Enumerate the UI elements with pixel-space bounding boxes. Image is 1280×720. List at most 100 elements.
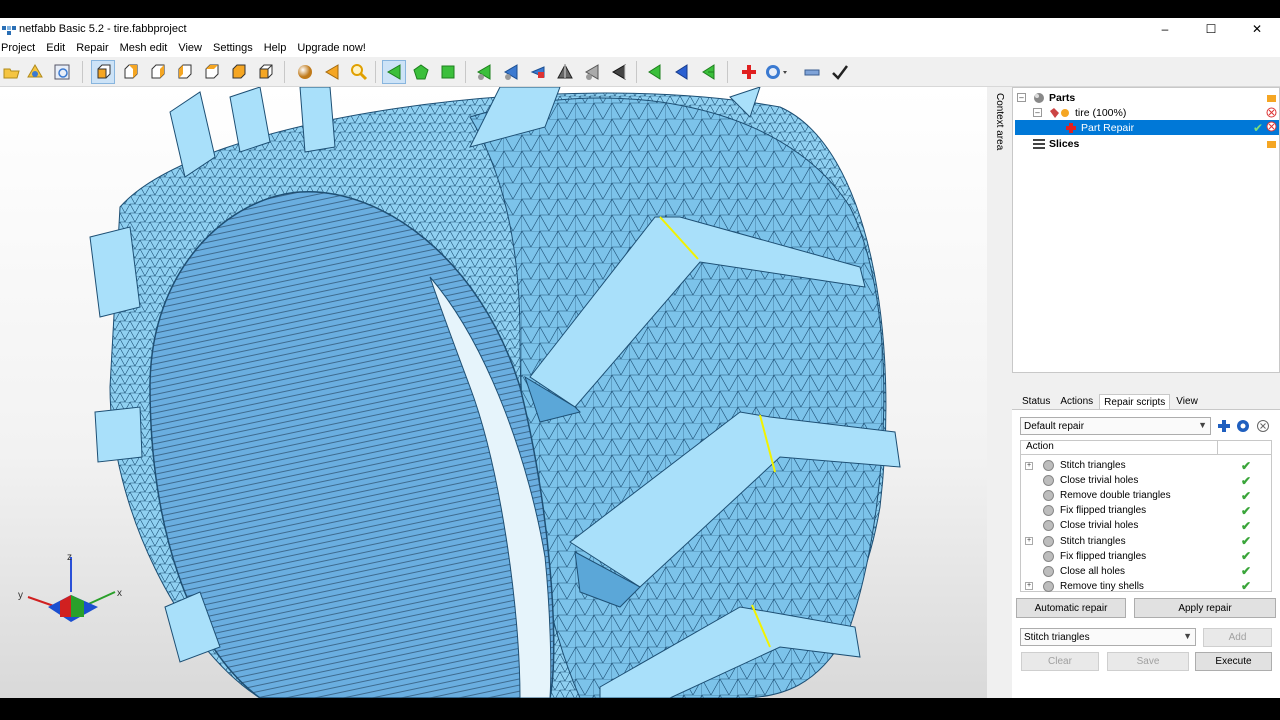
invert-icon[interactable] — [580, 60, 604, 84]
action-gear-icon — [1043, 520, 1054, 532]
expand-toggle[interactable]: + — [1025, 582, 1033, 591]
view-top-icon[interactable] — [199, 60, 223, 84]
view-bottom-icon[interactable] — [226, 60, 250, 84]
menu-edit[interactable]: Edit — [45, 42, 70, 54]
parts-collapse-toggle[interactable]: – — [1017, 93, 1026, 102]
tree-item-tire[interactable]: tire (100%) — [1049, 105, 1279, 120]
select-triangle-icon[interactable] — [382, 60, 406, 84]
zoom-icon[interactable] — [347, 60, 371, 84]
tree-item-parts[interactable]: Parts — [1033, 90, 1279, 105]
toolbar-separator — [636, 61, 637, 83]
menu-help[interactable]: Help — [263, 42, 292, 54]
part-collapse-toggle[interactable]: – — [1033, 108, 1042, 117]
maximize-button[interactable]: ☐ — [1188, 18, 1234, 39]
action-enabled-check-icon[interactable]: ✔ — [1241, 549, 1251, 563]
menu-settings[interactable]: Settings — [212, 42, 258, 54]
menu-repair[interactable]: Repair — [75, 42, 113, 54]
action-enabled-check-icon[interactable]: ✔ — [1241, 504, 1251, 518]
new-part-icon[interactable] — [23, 60, 47, 84]
tab-repair-scripts[interactable]: Repair scripts — [1099, 394, 1171, 410]
save-button[interactable]: Save — [1107, 652, 1189, 671]
tree-item-slices[interactable]: Slices — [1033, 136, 1279, 151]
tire-mesh-render[interactable]: z y x — [0, 87, 987, 698]
action-label: Close trivial holes — [1060, 520, 1139, 532]
shading-icon[interactable] — [293, 60, 317, 84]
action-enabled-check-icon[interactable]: ✔ — [1241, 519, 1251, 533]
axis-y-label: y — [18, 590, 23, 601]
view-iso-icon[interactable] — [253, 60, 277, 84]
action-row[interactable]: Close trivial holes ✔ — [1021, 473, 1271, 488]
minimize-button[interactable]: – — [1142, 18, 1188, 39]
view-front-icon[interactable] — [91, 60, 115, 84]
action-enabled-check-icon[interactable]: ✔ — [1241, 474, 1251, 488]
part-error-icon — [1265, 107, 1277, 119]
action-row[interactable]: Remove double triangles ✔ — [1021, 488, 1271, 503]
info-icon[interactable] — [50, 60, 74, 84]
action-gear-icon — [1043, 460, 1054, 471]
move-green-icon[interactable] — [642, 60, 666, 84]
project-tree: – Parts – tire (100%) Part Repair ✔ Slic… — [1012, 87, 1280, 373]
action-row[interactable]: Close all holes ✔ — [1021, 564, 1271, 579]
tree-item-part-repair[interactable]: Part Repair ✔ — [1015, 120, 1279, 135]
view-left-icon[interactable] — [145, 60, 169, 84]
add-action-button[interactable]: Add — [1203, 628, 1272, 647]
tab-status[interactable]: Status — [1018, 394, 1054, 410]
chevron-down-icon: ▼ — [1198, 420, 1207, 430]
add-script-button[interactable] — [1216, 418, 1232, 434]
minus-icon[interactable] — [800, 60, 824, 84]
action-row[interactable]: + Stitch triangles ✔ — [1021, 458, 1271, 473]
delete-script-button[interactable] — [1255, 418, 1271, 434]
add-triangle-icon[interactable] — [472, 60, 496, 84]
script-select[interactable]: Default repair ▼ — [1020, 417, 1211, 435]
clear-button[interactable]: Clear — [1021, 652, 1099, 671]
view-right-icon[interactable] — [172, 60, 196, 84]
menu-project[interactable]: Project — [0, 42, 40, 54]
action-enabled-check-icon[interactable]: ✔ — [1241, 489, 1251, 503]
delete-icon — [1257, 420, 1269, 432]
tab-actions[interactable]: Actions — [1056, 394, 1097, 410]
select-surface-icon[interactable] — [409, 60, 433, 84]
expand-toggle[interactable]: + — [1025, 537, 1033, 545]
action-row[interactable]: Close trivial holes ✔ — [1021, 518, 1271, 533]
open-icon[interactable] — [0, 60, 24, 84]
tree-slices-label: Slices — [1049, 137, 1080, 150]
repair-close-icon[interactable] — [1266, 121, 1277, 135]
menu-mesh-edit[interactable]: Mesh edit — [119, 42, 173, 54]
move-blue-icon[interactable] — [669, 60, 693, 84]
plus-icon — [1218, 420, 1230, 432]
3d-viewport[interactable]: z y x — [0, 87, 987, 698]
measure-icon[interactable] — [764, 60, 788, 84]
close-button[interactable]: ✕ — [1234, 18, 1280, 39]
parts-icon — [1033, 92, 1045, 104]
view-back-icon[interactable] — [118, 60, 142, 84]
action-gear-icon — [1043, 475, 1054, 487]
tree-part-label: tire (100%) — [1075, 106, 1127, 119]
select-shell-icon[interactable] — [436, 60, 460, 84]
action-enabled-check-icon[interactable]: ✔ — [1241, 459, 1251, 473]
triangle-view-icon[interactable] — [553, 60, 577, 84]
action-enabled-check-icon[interactable]: ✔ — [1241, 564, 1251, 578]
context-area-tab[interactable]: Context area — [990, 87, 1012, 698]
automatic-repair-button[interactable]: Automatic repair — [1016, 598, 1126, 618]
action-row[interactable]: Fix flipped triangles ✔ — [1021, 503, 1271, 518]
action-enabled-check-icon[interactable]: ✔ — [1241, 579, 1251, 593]
action-row[interactable]: + Stitch triangles ✔ — [1021, 534, 1271, 549]
flip-triangle-icon[interactable] — [526, 60, 550, 84]
move-green-2-icon[interactable] — [696, 60, 720, 84]
menu-view[interactable]: View — [177, 42, 207, 54]
remove-triangle-icon[interactable] — [499, 60, 523, 84]
execute-button[interactable]: Execute — [1195, 652, 1272, 671]
repair-icon[interactable] — [737, 60, 761, 84]
action-row[interactable]: + Remove tiny shells ✔ — [1021, 579, 1271, 594]
tab-view[interactable]: View — [1172, 394, 1202, 410]
menu-upgrade[interactable]: Upgrade now! — [296, 42, 371, 54]
action-row[interactable]: Fix flipped triangles ✔ — [1021, 549, 1271, 564]
script-settings-button[interactable] — [1235, 418, 1251, 434]
cut-icon[interactable] — [320, 60, 344, 84]
action-enabled-check-icon[interactable]: ✔ — [1241, 534, 1251, 548]
apply-repair-button[interactable]: Apply repair — [1134, 598, 1276, 618]
add-action-select[interactable]: Stitch triangles ▼ — [1020, 628, 1196, 646]
expand-toggle[interactable]: + — [1025, 461, 1033, 470]
wire-icon[interactable] — [607, 60, 631, 84]
check-icon[interactable] — [828, 60, 852, 84]
